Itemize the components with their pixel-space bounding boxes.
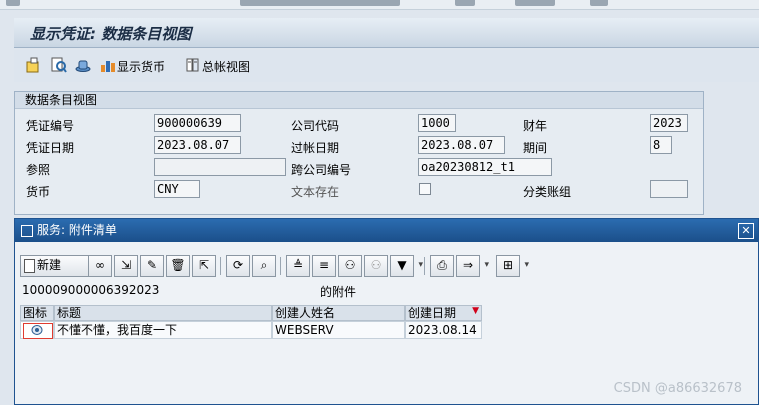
currency-icon[interactable]	[99, 56, 117, 74]
new-button-label: 新建	[37, 258, 62, 272]
show-currency-button[interactable]: 显示货币	[117, 58, 165, 75]
attachments-of-label: 的附件	[320, 285, 357, 299]
find-binoculars-icon[interactable]: ⚇	[338, 255, 362, 277]
company-code-label: 公司代码	[291, 119, 340, 133]
ledger-group-field[interactable]	[650, 180, 688, 198]
application-toolbar: 显示货币 总帐视图	[14, 50, 759, 82]
screen-title-bar: 显示凭证: 数据条目视图	[14, 18, 759, 48]
cross-company-label: 跨公司编号	[291, 163, 352, 177]
sort-marker-icon: ▼	[472, 306, 479, 316]
posting-date-field[interactable]: 2023.08.07	[418, 136, 505, 154]
column-header-title[interactable]: 标题	[54, 305, 272, 321]
currency-field[interactable]: CNY	[154, 180, 200, 198]
refresh-icon[interactable]: ⟳	[226, 255, 250, 277]
period-label: 期间	[523, 141, 548, 155]
column-header-creator[interactable]: 创建人姓名	[272, 305, 405, 321]
column-header-created-on[interactable]: 创建日期 ▼	[405, 305, 482, 321]
text-exists-checkbox[interactable]	[419, 183, 431, 195]
screen-title: 显示凭证: 数据条目视图	[30, 25, 192, 43]
table-row-icon-cell[interactable]	[20, 321, 54, 339]
watermark: CSDN @a86632678	[613, 381, 742, 396]
object-key: 100009000006392023	[22, 283, 160, 297]
import-icon[interactable]: ⇲	[114, 255, 138, 277]
group-title: 数据条目视图	[15, 92, 703, 109]
new-document-icon	[24, 259, 35, 273]
table-row-created-on[interactable]: 2023.08.14	[405, 321, 482, 339]
glasses-icon[interactable]: ∞	[88, 255, 112, 277]
data-entry-view-group: 数据条目视图 凭证编号 900000639 公司代码 1000 财年 2023 …	[14, 91, 704, 215]
top-strip	[0, 0, 759, 10]
general-ledger-view-button[interactable]: 总帐视图	[202, 58, 250, 75]
print-icon[interactable]: ⎙	[430, 255, 454, 277]
currency-label: 货币	[26, 185, 51, 199]
column-header-icon[interactable]: 图标	[20, 305, 54, 321]
fiscal-year-field[interactable]: 2023	[650, 114, 688, 132]
delete-trash-icon[interactable]: 🗑	[166, 255, 190, 277]
export-list-icon[interactable]: ⇒	[456, 255, 489, 277]
hat-icon[interactable]	[74, 56, 92, 74]
filter-icon[interactable]: ▼	[390, 255, 423, 277]
table-row-creator[interactable]: WEBSERV	[272, 321, 405, 339]
reference-field[interactable]	[154, 158, 286, 176]
attachment-list-dialog: 服务: 附件清单 ✕ 新建 ∞ ⇲ ✎ 🗑 ⇱ ⟳ ⌕ ≜ ≡ ⚇ ⚇ ▼ ⎙ …	[14, 218, 759, 405]
toolbar-separator	[280, 257, 281, 275]
layout-icon[interactable]: ⊞	[496, 255, 529, 277]
fiscal-year-label: 财年	[523, 119, 548, 133]
doc-number-field[interactable]: 900000639	[154, 114, 241, 132]
find-next-icon[interactable]: ⚇	[364, 255, 388, 277]
display-document-icon[interactable]	[50, 56, 68, 74]
toolbar-separator	[220, 257, 221, 275]
sort-ascending-icon[interactable]: ≜	[286, 255, 310, 277]
company-code-field[interactable]: 1000	[418, 114, 456, 132]
sort-descending-icon[interactable]: ≡	[312, 255, 336, 277]
period-field[interactable]: 8	[650, 136, 672, 154]
window-icon	[21, 225, 33, 237]
export-icon[interactable]: ⇱	[192, 255, 216, 277]
attachment-icon	[23, 323, 53, 339]
created-on-label: 创建日期	[408, 306, 457, 320]
reference-label: 参照	[26, 163, 51, 177]
doc-date-field[interactable]: 2023.08.07	[154, 136, 241, 154]
toolbar-separator	[424, 257, 425, 275]
dialog-title: 服务: 附件清单	[37, 223, 117, 237]
new-button[interactable]: 新建	[20, 255, 105, 277]
ledger-group-label: 分类账组	[523, 185, 572, 199]
text-exists-label: 文本存在	[291, 185, 340, 199]
cross-company-field[interactable]: oa20230812_t1	[418, 158, 552, 176]
table-row-title[interactable]: 不懂不懂，我百度一下	[54, 321, 272, 339]
dialog-title-bar: 服务: 附件清单 ✕	[15, 219, 758, 242]
doc-number-label: 凭证编号	[26, 119, 75, 133]
close-icon[interactable]: ✕	[738, 223, 754, 239]
edit-pencil-icon[interactable]: ✎	[140, 255, 164, 277]
ledger-icon[interactable]	[184, 56, 202, 74]
doc-date-label: 凭证日期	[26, 141, 75, 155]
posting-date-label: 过帐日期	[291, 141, 340, 155]
change-display-icon[interactable]	[24, 56, 42, 74]
detail-search-icon[interactable]: ⌕	[252, 255, 276, 277]
